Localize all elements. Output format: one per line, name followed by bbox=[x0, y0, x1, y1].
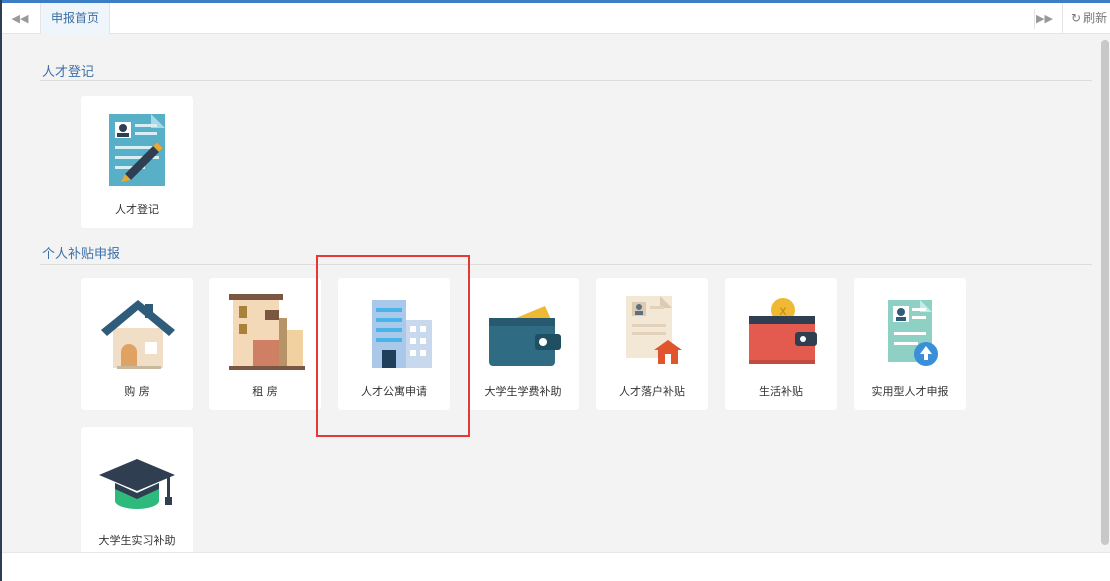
card-talent-apartment[interactable]: 人才公寓申请 bbox=[338, 278, 450, 410]
card-label: 实用型人才申报 bbox=[871, 385, 949, 398]
house-icon bbox=[95, 290, 179, 374]
rent-building-icon bbox=[223, 290, 307, 374]
card-label: 人才公寓申请 bbox=[361, 385, 427, 398]
card-practical-talent[interactable]: 实用型人才申报 bbox=[854, 278, 966, 410]
section-divider bbox=[40, 80, 1092, 81]
living-wallet-icon: x bbox=[739, 290, 823, 374]
refresh-button[interactable]: ↻ 刷新 bbox=[1062, 3, 1107, 34]
apartment-building-icon bbox=[352, 290, 436, 374]
card-label: 生活补贴 bbox=[759, 385, 803, 398]
refresh-label: 刷新 bbox=[1083, 11, 1108, 25]
card-tuition-subsidy[interactable]: 大学生学费补助 bbox=[467, 278, 579, 410]
card-settlement-subsidy[interactable]: 人才落户补贴 bbox=[596, 278, 708, 410]
card-buy-house[interactable]: 购 房 bbox=[81, 278, 193, 410]
resume-upload-icon bbox=[868, 290, 952, 374]
scrollbar-thumb[interactable] bbox=[1101, 40, 1109, 545]
resume-pen-icon bbox=[95, 108, 179, 192]
tab-home[interactable]: 申报首页 bbox=[40, 3, 111, 34]
refresh-icon: ↻ bbox=[1071, 11, 1082, 25]
card-label: 购 房 bbox=[124, 385, 150, 398]
tab-bar: ◀◀ 申报首页 ▶▶ ↻ 刷新 bbox=[2, 3, 1110, 34]
card-talent-registration[interactable]: 人才登记 bbox=[81, 96, 193, 228]
settlement-document-icon bbox=[610, 290, 694, 374]
section-title-talent-registration: 人才登记 bbox=[42, 65, 95, 80]
card-label: 大学生实习补助 bbox=[98, 534, 176, 547]
card-label: 租 房 bbox=[252, 385, 278, 398]
section-divider bbox=[40, 264, 1092, 265]
card-label: 大学生学费补助 bbox=[484, 385, 562, 398]
card-rent-house[interactable]: 租 房 bbox=[209, 278, 321, 410]
bottom-area bbox=[2, 552, 1110, 581]
card-living-subsidy[interactable]: x 生活补贴 bbox=[725, 278, 837, 410]
card-internship-subsidy[interactable]: 大学生实习补助 bbox=[81, 427, 193, 559]
wallet-icon bbox=[481, 290, 565, 374]
tab-scroll-left-icon[interactable]: ◀◀ bbox=[10, 9, 30, 29]
card-label: 人才落户补贴 bbox=[619, 385, 685, 398]
graduation-cap-icon bbox=[95, 439, 179, 523]
card-label: 人才登记 bbox=[115, 203, 159, 216]
tab-scroll-right-icon[interactable]: ▶▶ bbox=[1034, 9, 1054, 29]
section-title-personal-subsidy: 个人补贴申报 bbox=[42, 247, 121, 262]
